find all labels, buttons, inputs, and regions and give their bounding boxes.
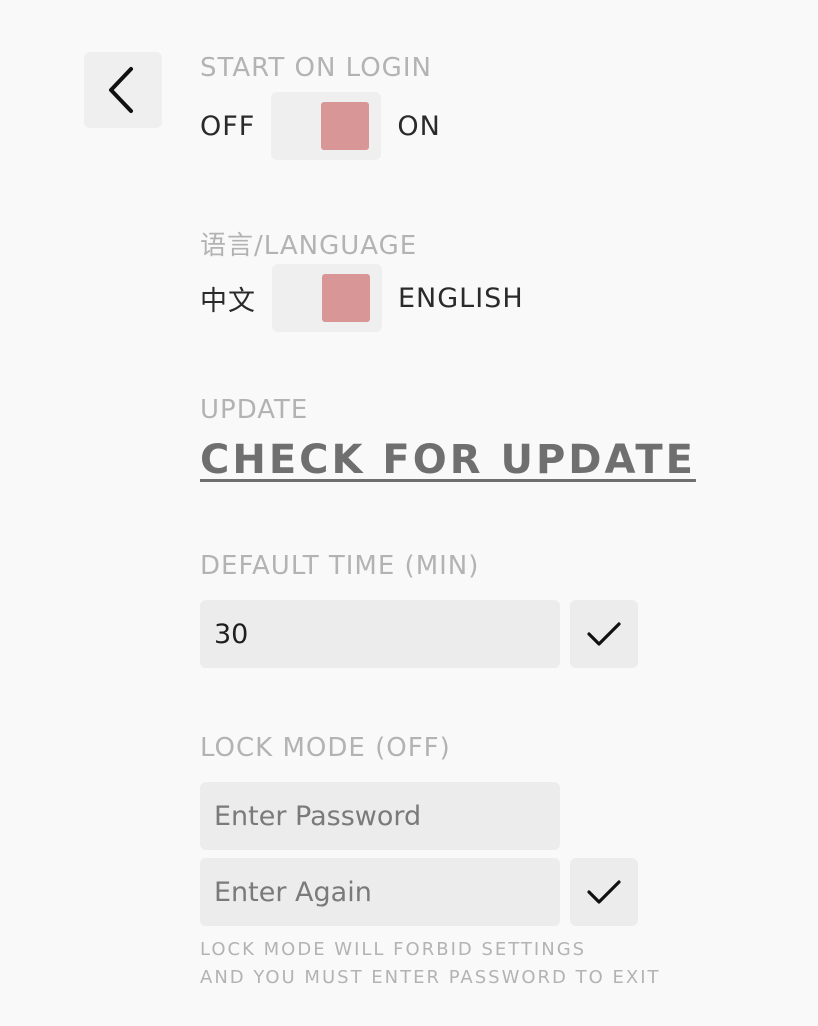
chevron-left-icon	[109, 67, 133, 113]
default-time-input[interactable]: 30	[200, 600, 560, 668]
language-toggle[interactable]	[272, 264, 382, 332]
default-time-confirm-button[interactable]	[570, 600, 638, 668]
default-time-label: DEFAULT TIME (MIN)	[200, 551, 480, 581]
toggle-off-label: OFF	[200, 110, 256, 142]
lock-mode-note-line2: AND YOU MUST ENTER PASSWORD TO EXIT	[200, 967, 661, 988]
password-confirm-input[interactable]: Enter Again	[200, 858, 560, 926]
checkmark-icon	[587, 880, 621, 904]
lock-mode-confirm-button[interactable]	[570, 858, 638, 926]
lock-mode-label: LOCK MODE (OFF)	[200, 733, 451, 763]
password-input[interactable]: Enter Password	[200, 782, 560, 850]
start-on-login-toggle[interactable]	[271, 92, 382, 160]
toggle-knob	[321, 102, 370, 150]
language-chinese-label: 中文	[200, 285, 256, 317]
checkmark-icon	[587, 622, 621, 646]
language-label: 语言/LANGUAGE	[200, 231, 418, 261]
language-english-label: ENGLISH	[398, 282, 524, 314]
back-button[interactable]	[84, 52, 162, 128]
lock-mode-note-line1: LOCK MODE WILL FORBID SETTINGS	[200, 939, 587, 960]
toggle-on-label: ON	[397, 110, 441, 142]
settings-page: START ON LOGIN OFF ON 语言/LANGUAGE 中文 ENG…	[0, 0, 818, 1026]
lock-mode-note: LOCK MODE WILL FORBID SETTINGS AND YOU M…	[200, 936, 661, 992]
start-on-login-toggle-row: OFF ON	[200, 92, 441, 160]
toggle-knob	[322, 274, 370, 322]
check-for-update-link[interactable]: CHECK FOR UPDATE	[200, 437, 696, 483]
update-label: UPDATE	[200, 395, 309, 425]
start-on-login-label: START ON LOGIN	[200, 53, 432, 83]
language-toggle-row: 中文 ENGLISH	[200, 264, 524, 332]
